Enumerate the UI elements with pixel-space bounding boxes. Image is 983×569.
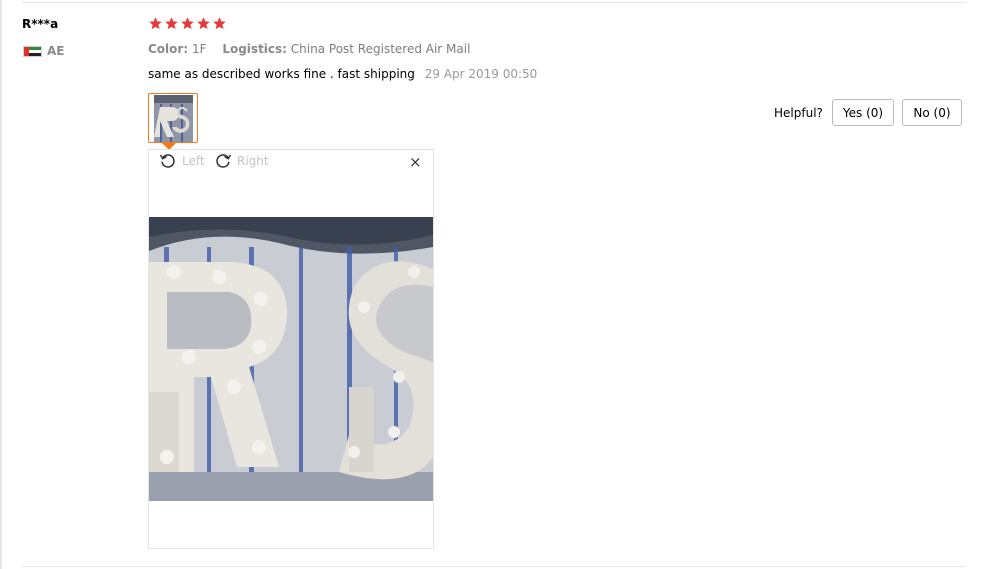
rotate-left-label: Left <box>182 154 205 168</box>
review-date: 29 Apr 2019 00:50 <box>424 67 538 81</box>
color-key: Color: <box>148 42 189 56</box>
helpful-no-button[interactable]: No (0) <box>902 99 962 126</box>
divider-top <box>22 2 966 3</box>
photo-viewer: Left Right × <box>148 149 434 549</box>
star-icon <box>213 17 226 30</box>
review-text: same as described works fine . fast ship… <box>148 67 415 81</box>
rotate-left-button[interactable]: Left <box>159 152 205 170</box>
uae-flag-icon <box>23 45 42 57</box>
star-icon <box>149 17 162 30</box>
page-left-edge <box>0 0 2 569</box>
rotate-right-label: Right <box>237 154 269 168</box>
rotate-right-button[interactable]: Right <box>214 152 269 170</box>
color-value: 1F <box>191 42 207 56</box>
helpful-label: Helpful? <box>774 106 823 120</box>
close-icon[interactable]: × <box>409 153 422 171</box>
logistics-key: Logistics: <box>222 42 287 56</box>
review-photo <box>149 217 433 501</box>
logistics-value: China Post Registered Air Mail <box>290 42 471 56</box>
review-body: same as described works fine . fast ship… <box>148 67 537 81</box>
reviewer-country: AE <box>23 44 64 58</box>
star-icon <box>181 17 194 30</box>
star-icon <box>165 17 178 30</box>
star-icon <box>197 17 210 30</box>
rotate-left-icon <box>159 154 175 168</box>
rotate-right-icon <box>216 154 232 168</box>
order-attributes: Color: 1F Logistics: China Post Register… <box>148 42 482 56</box>
reviewer-name: R***a <box>22 17 59 31</box>
divider-bottom <box>22 566 966 567</box>
country-code: AE <box>47 44 65 58</box>
star-rating <box>148 16 227 31</box>
helpful-yes-button[interactable]: Yes (0) <box>832 99 894 126</box>
review-photo-thumbnail[interactable] <box>148 93 198 143</box>
